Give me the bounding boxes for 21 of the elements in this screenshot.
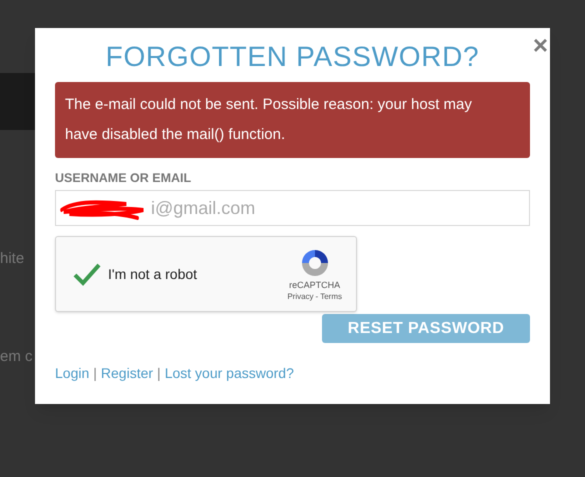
check-icon <box>73 262 101 286</box>
link[interactable]: Register <box>100 363 154 384</box>
dialog-title: FORGOTTEN PASSWORD? <box>104 40 480 74</box>
link[interactable]: Login <box>55 363 90 384</box>
captcha-brand: reCAPTCHA <box>289 279 340 291</box>
reset-password-button[interactable]: RESET PASSWORD <box>322 314 530 343</box>
page-header-bar <box>0 73 35 130</box>
link[interactable]: Lost your password? <box>164 363 294 384</box>
separator: - <box>316 291 318 302</box>
close-button[interactable]: × <box>532 32 548 58</box>
separator: | <box>157 364 161 383</box>
page-text: hite <box>0 249 24 269</box>
field-label: USERNAME OR EMAIL <box>55 171 192 186</box>
field-value: i@gmail.com <box>150 196 256 220</box>
separator: | <box>93 364 97 383</box>
privacy-link[interactable]: Privacy <box>287 291 314 302</box>
error-message: The e-mail could not be sent. Possible reason: your host may have disabled the mail() function. <box>55 82 530 158</box>
page-text: em c <box>0 347 33 367</box>
input-field[interactable]: i@gmail.com <box>55 190 530 226</box>
terms-link[interactable]: Terms <box>320 291 342 302</box>
captcha-label: I'm not a robot <box>108 264 198 284</box>
